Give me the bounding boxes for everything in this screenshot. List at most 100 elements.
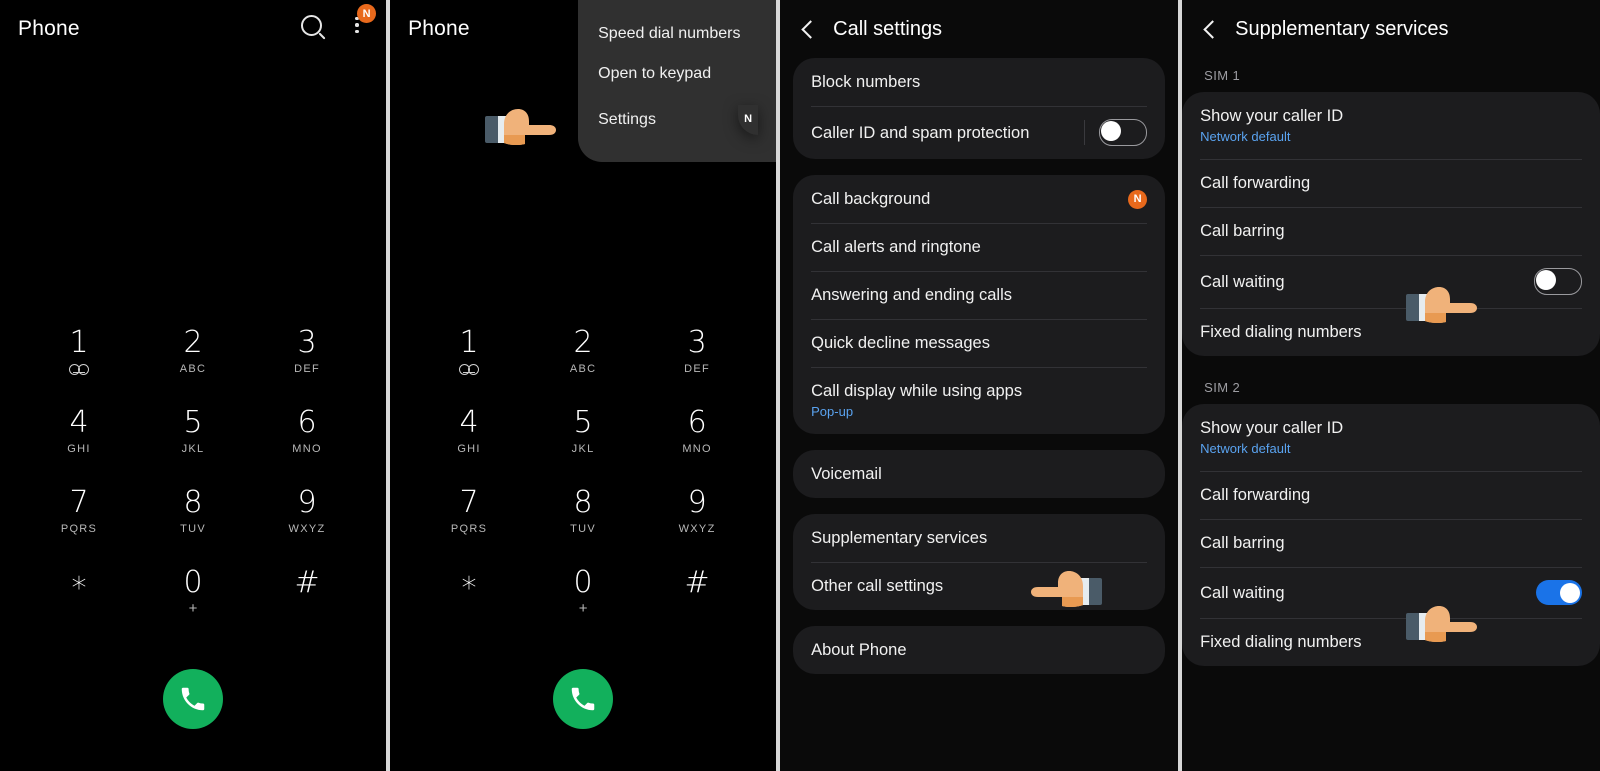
- row-caller-id-spam[interactable]: Caller ID and spam protection: [793, 106, 1165, 159]
- menu-item-settings[interactable]: Settings N: [578, 94, 776, 146]
- dialpad-key-6[interactable]: 6 MNO: [250, 404, 364, 468]
- dialpad-key-1[interactable]: 1: [412, 324, 526, 388]
- key-letters: JKL: [571, 443, 595, 455]
- dialpad-key-0[interactable]: 0 +: [136, 564, 250, 628]
- sim2-call-waiting-toggle[interactable]: [1536, 580, 1583, 605]
- row-other-call-settings[interactable]: Other call settings: [793, 562, 1165, 610]
- key-number: 2: [573, 325, 593, 360]
- row-call-alerts-ringtone[interactable]: Call alerts and ringtone: [793, 223, 1165, 271]
- row-voicemail[interactable]: Voicemail: [793, 450, 1165, 498]
- menu-item-open-to-keypad[interactable]: Open to keypad: [578, 54, 776, 94]
- dialpad-key-8[interactable]: 8 TUV: [526, 484, 640, 548]
- key-number: 0: [183, 565, 203, 600]
- menu-item-speed-dial[interactable]: Speed dial numbers: [578, 14, 776, 54]
- dialpad-key-7[interactable]: 7 PQRS: [412, 484, 526, 548]
- dialpad-key-3[interactable]: 3 DEF: [640, 324, 754, 388]
- row-sim2-call-waiting[interactable]: Call waiting: [1182, 567, 1600, 618]
- status-badge: N: [1128, 189, 1148, 209]
- key-number: 4: [459, 405, 479, 440]
- sim2-card: Show your caller ID Network default Call…: [1182, 404, 1600, 666]
- page-title: Supplementary services: [1235, 17, 1449, 40]
- key-number: 9: [687, 485, 707, 520]
- menu-item-label: Settings: [598, 111, 656, 128]
- search-icon[interactable]: [296, 10, 326, 40]
- caller-id-toggle[interactable]: [1099, 119, 1148, 146]
- dialpad-key-hash[interactable]: #: [640, 564, 754, 628]
- dialpad-key-star[interactable]: ∗: [412, 564, 526, 628]
- key-number: 5: [573, 405, 593, 440]
- row-sublabel: Network default: [1200, 129, 1291, 144]
- row-label: About Phone: [811, 641, 907, 659]
- key-letters: ABC: [569, 363, 597, 375]
- dialpad-key-star[interactable]: ∗: [22, 564, 136, 628]
- row-label: Fixed dialing numbers: [1200, 323, 1362, 341]
- key-number: 4: [69, 405, 89, 440]
- row-supplementary-services[interactable]: Supplementary services: [793, 514, 1165, 562]
- row-answering-ending-calls[interactable]: Answering and ending calls: [793, 271, 1165, 319]
- row-sim2-fixed-dialing[interactable]: Fixed dialing numbers: [1182, 618, 1600, 666]
- key-number: 8: [573, 485, 593, 520]
- key-number: #: [294, 565, 320, 600]
- sim1-call-waiting-toggle[interactable]: [1534, 268, 1583, 295]
- row-label: Call alerts and ringtone: [811, 238, 981, 256]
- dialpad-key-2[interactable]: 2 ABC: [136, 324, 250, 388]
- row-label: Quick decline messages: [811, 334, 990, 352]
- panel-dialer: Phone N 1 2 ABC 3 DEF 4 GHI 5 JKL 6 MNO …: [0, 0, 387, 771]
- dialpad-key-1[interactable]: 1: [22, 324, 136, 388]
- menu-item-label: Speed dial numbers: [598, 25, 741, 42]
- row-sim1-call-barring[interactable]: Call barring: [1182, 207, 1600, 255]
- dialpad-key-5[interactable]: 5 JKL: [526, 404, 640, 468]
- key-number: 3: [687, 325, 707, 360]
- panel-dialer-menu: Phone Speed dial numbers Open to keypad …: [390, 0, 777, 771]
- dialpad-key-8[interactable]: 8 TUV: [136, 484, 250, 548]
- row-sim2-call-forwarding[interactable]: Call forwarding: [1182, 471, 1600, 519]
- row-about-phone[interactable]: About Phone: [793, 626, 1165, 674]
- row-label: Caller ID and spam protection: [811, 123, 1030, 142]
- settings-card-supplementary: Supplementary services Other call settin…: [793, 514, 1166, 610]
- more-vertical-icon[interactable]: N: [342, 4, 377, 40]
- settings-card-block: Block numbers Caller ID and spam protect…: [793, 58, 1166, 159]
- row-call-display-apps[interactable]: Call display while using apps Pop-up: [793, 367, 1165, 434]
- screenshot-stage: Phone N 1 2 ABC 3 DEF 4 GHI 5 JKL 6 MNO …: [0, 0, 1600, 771]
- key-number: 3: [297, 325, 317, 360]
- phone-icon: [571, 687, 595, 711]
- dialpad-key-4[interactable]: 4 GHI: [22, 404, 136, 468]
- status-badge: N: [357, 4, 377, 23]
- settings-card-voicemail: Voicemail: [793, 450, 1166, 498]
- dialpad-key-9[interactable]: 9 WXYZ: [640, 484, 754, 548]
- dialpad-key-5[interactable]: 5 JKL: [136, 404, 250, 468]
- row-quick-decline-messages[interactable]: Quick decline messages: [793, 319, 1165, 367]
- dialpad-key-3[interactable]: 3 DEF: [250, 324, 364, 388]
- row-sim1-fixed-dialing[interactable]: Fixed dialing numbers: [1182, 308, 1600, 356]
- key-number: #: [684, 565, 710, 600]
- row-block-numbers[interactable]: Block numbers: [793, 58, 1165, 106]
- row-sim1-call-waiting[interactable]: Call waiting: [1182, 255, 1600, 308]
- key-number: 9: [297, 485, 317, 520]
- call-button[interactable]: [163, 669, 224, 729]
- row-sim2-call-barring[interactable]: Call barring: [1182, 519, 1600, 567]
- dialpad-key-0[interactable]: 0 +: [526, 564, 640, 628]
- dialpad-key-6[interactable]: 6 MNO: [640, 404, 754, 468]
- row-call-background[interactable]: Call background N: [793, 175, 1165, 223]
- row-sim1-call-forwarding[interactable]: Call forwarding: [1182, 159, 1600, 207]
- key-number: 5: [183, 405, 203, 440]
- page-title: Phone: [18, 17, 80, 40]
- row-sim2-show-caller-id[interactable]: Show your caller ID Network default: [1182, 404, 1600, 471]
- dialpad-key-4[interactable]: 4 GHI: [412, 404, 526, 468]
- row-sim1-show-caller-id[interactable]: Show your caller ID Network default: [1182, 92, 1600, 159]
- panel-call-settings: Call settings Block numbers Caller ID an…: [780, 0, 1179, 771]
- dialpad-key-2[interactable]: 2 ABC: [526, 324, 640, 388]
- dialpad-key-9[interactable]: 9 WXYZ: [250, 484, 364, 548]
- row-sublabel: Network default: [1200, 441, 1291, 456]
- dialpad-key-hash[interactable]: #: [250, 564, 364, 628]
- row-label: Supplementary services: [811, 529, 988, 547]
- dialer-header: Phone N: [0, 0, 386, 58]
- key-number: 8: [183, 485, 203, 520]
- call-button[interactable]: [553, 669, 614, 729]
- back-chevron-icon[interactable]: [1203, 19, 1222, 39]
- key-letters: PQRS: [60, 523, 98, 535]
- row-label: Show your caller ID: [1200, 419, 1344, 437]
- key-letters: DEF: [294, 363, 320, 375]
- back-chevron-icon[interactable]: [801, 19, 820, 39]
- dialpad-key-7[interactable]: 7 PQRS: [22, 484, 136, 548]
